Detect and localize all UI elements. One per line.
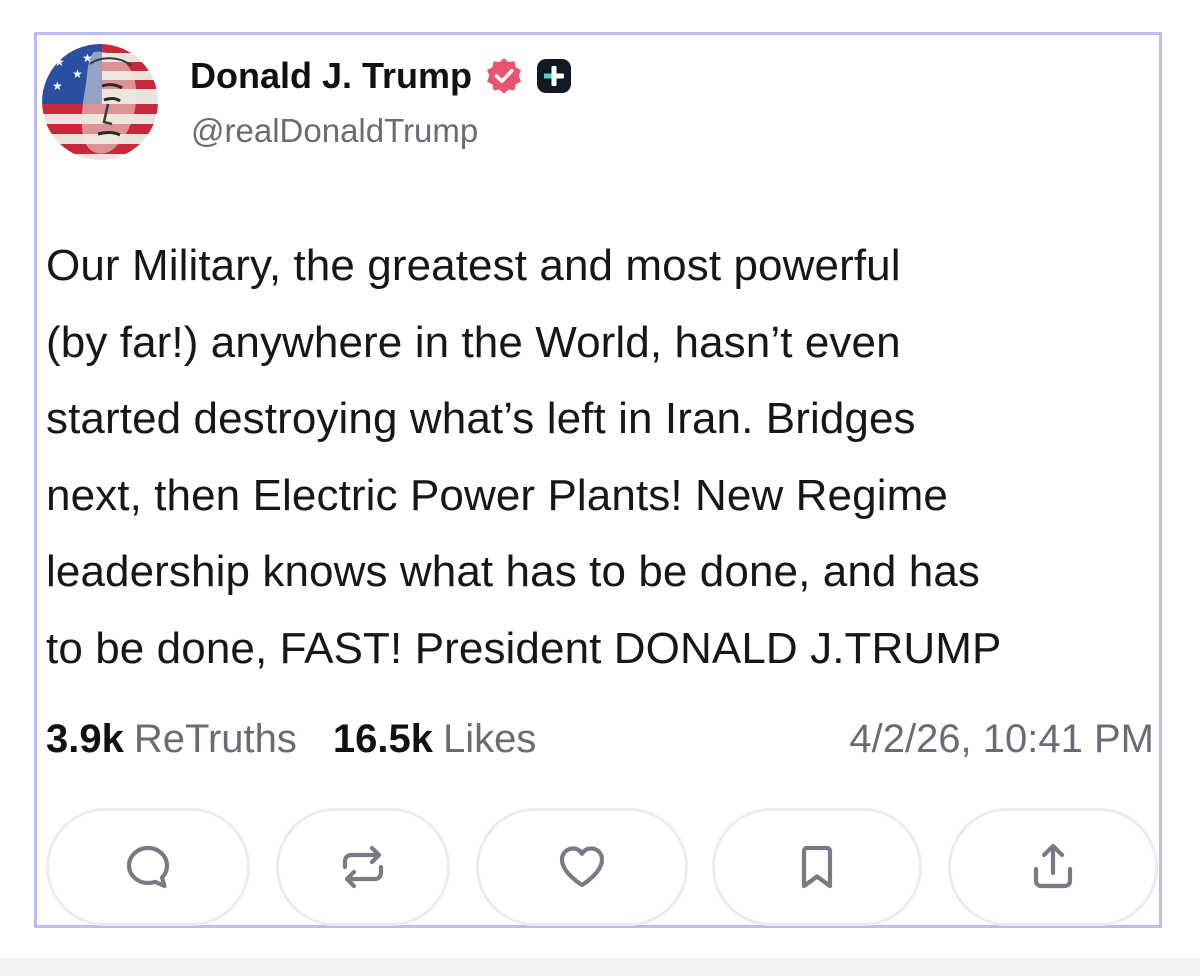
- likes-label: Likes: [442, 716, 537, 761]
- post-line: Our Military, the greatest and most powe…: [46, 241, 901, 290]
- page-bottom-strip: [0, 958, 1200, 976]
- author-row: Donald J. Trump: [190, 52, 572, 100]
- share-button[interactable]: [948, 808, 1158, 926]
- reply-button[interactable]: [46, 808, 250, 926]
- svg-text:★: ★: [72, 67, 83, 81]
- post-line: to be done, FAST! President DONALD J.TRU…: [46, 623, 1002, 673]
- plus-badge-icon: [537, 59, 572, 93]
- retruths-stat[interactable]: 3.9k ReTruths: [46, 717, 297, 762]
- retruth-icon: [342, 845, 384, 889]
- bookmark-button[interactable]: [712, 808, 922, 926]
- post-body: Our Military, the greatest and most powe…: [46, 228, 1156, 687]
- retruths-label: ReTruths: [133, 716, 297, 761]
- reply-icon: [126, 845, 170, 889]
- author-name[interactable]: Donald J. Trump: [190, 55, 472, 97]
- retruths-count: 3.9k: [46, 716, 124, 761]
- post-timestamp[interactable]: 4/2/26, 10:41 PM: [849, 712, 1154, 766]
- likes-stat[interactable]: 16.5k Likes: [333, 717, 537, 762]
- author-handle[interactable]: @realDonaldTrump: [191, 112, 478, 150]
- like-button[interactable]: [476, 808, 688, 926]
- post-stats: 3.9k ReTruths 16.5k Likes: [46, 712, 536, 766]
- svg-text:★: ★: [52, 79, 63, 93]
- avatar-image: ★ ★ ★ ★: [42, 44, 158, 160]
- retruth-button[interactable]: [276, 808, 450, 926]
- share-icon: [1033, 843, 1073, 889]
- post-line: leadership knows what has to be done, an…: [46, 547, 981, 596]
- verified-badge-icon: [487, 58, 522, 94]
- heart-icon: [559, 846, 605, 888]
- post-line: started destroying what’s left in Iran. …: [46, 394, 916, 443]
- post-line: next, then Electric Power Plants! New Re…: [46, 470, 948, 520]
- bookmark-icon: [801, 845, 833, 889]
- avatar[interactable]: ★ ★ ★ ★: [42, 44, 158, 160]
- post-line: (by far!) anywhere in the World, hasn’t …: [46, 317, 901, 367]
- likes-count: 16.5k: [332, 716, 433, 761]
